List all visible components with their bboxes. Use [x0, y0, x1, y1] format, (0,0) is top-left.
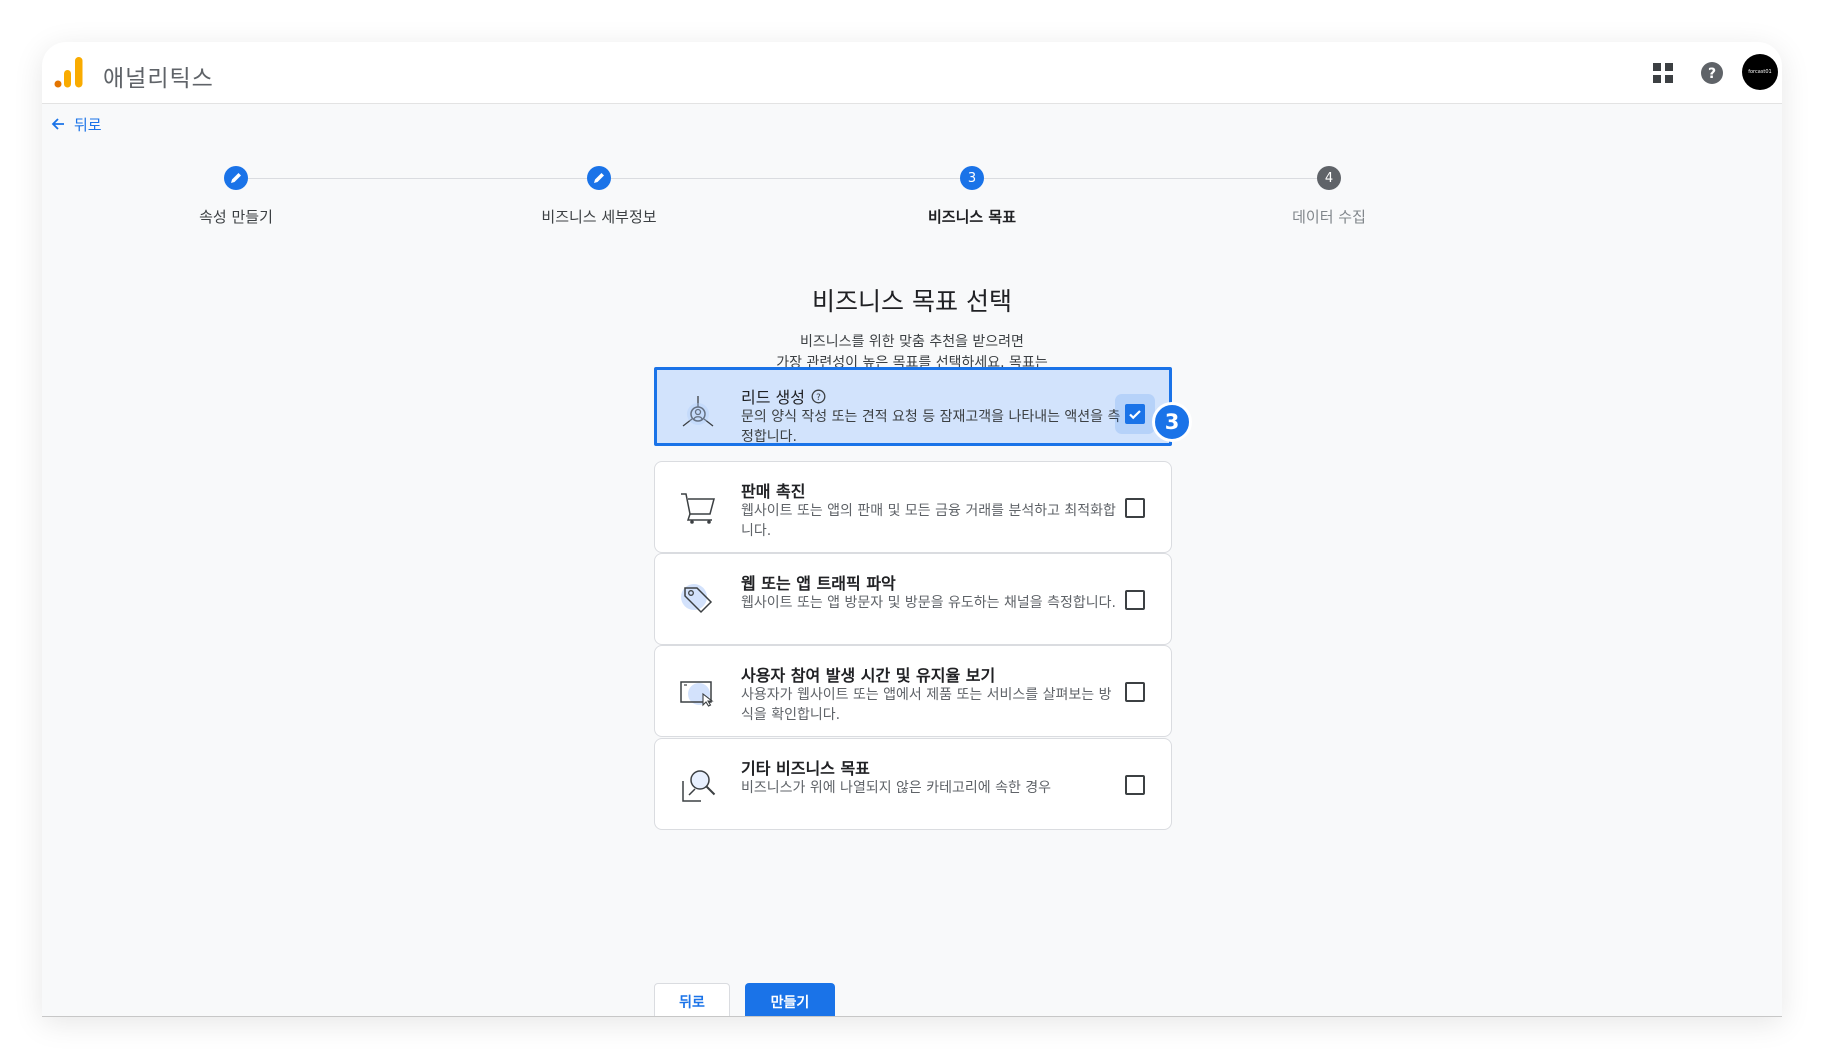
annotation-step-badge: 3	[1152, 402, 1192, 442]
arrow-back-icon	[51, 118, 64, 130]
goal-option-description: 웹사이트 또는 앱 방문자 및 방문을 유도하는 채널을 측정합니다.	[741, 595, 1116, 611]
apps-grid-icon[interactable]	[1650, 60, 1676, 86]
step-4-number: 4	[1317, 166, 1341, 190]
step-3-number: 3	[960, 166, 984, 190]
goal-option-title: 웹 또는 앱 트래픽 파악	[741, 574, 896, 593]
step-3-label: 비즈니스 목표	[927, 208, 1017, 226]
top-bar: 애널리틱스 ? forcast01	[42, 42, 1782, 104]
leads-icon	[682, 396, 714, 427]
stepper-connector	[984, 178, 1329, 179]
page-title: 비즈니스 목표 선택	[812, 287, 1012, 316]
goal-option-description: 문의 양식 작성 또는 견적 요청 등 잠재고객을 나타내는 액션을 측정합니다…	[741, 409, 1121, 445]
magnifier-icon	[682, 770, 716, 802]
analytics-logo-icon	[54, 57, 83, 88]
step-2-label: 비즈니스 세부정보	[541, 208, 657, 226]
goal-option-checkbox[interactable]	[1125, 682, 1145, 702]
step-2-edit-icon	[587, 166, 611, 190]
goal-option-checkbox[interactable]	[1125, 404, 1145, 424]
goal-option-title: 기타 비즈니스 목표	[741, 759, 870, 778]
help-circle-icon[interactable]: ?	[811, 389, 826, 404]
screen-cursor-icon	[680, 681, 714, 707]
avatar[interactable]: forcast01	[1742, 54, 1778, 90]
stepper-connector	[248, 178, 605, 179]
step-4-label: 데이터 수집	[1292, 208, 1366, 226]
goal-option-description: 사용자가 웹사이트 또는 앱에서 제품 또는 서비스를 살펴보는 방식을 확인합…	[741, 687, 1112, 723]
goal-option-title: 리드 생성 ?	[741, 384, 826, 408]
back-link[interactable]: 뒤로	[50, 112, 102, 136]
goal-option-description: 비즈니스가 위에 나열되지 않은 카테고리에 속한 경우	[741, 780, 1052, 796]
svg-text:?: ?	[1708, 66, 1716, 82]
cart-icon	[681, 493, 715, 524]
tag-icon	[681, 584, 713, 614]
goal-option-title: 사용자 참여 발생 시간 및 유지율 보기	[741, 666, 996, 685]
step-1-edit-icon	[224, 166, 248, 190]
goal-option-engagement-retention[interactable]: 사용자 참여 발생 시간 및 유지율 보기 사용자가 웹사이트 또는 앱에서 제…	[654, 645, 1172, 737]
goal-option-checkbox[interactable]	[1125, 498, 1145, 518]
goal-option-checkbox[interactable]	[1125, 775, 1145, 795]
goal-option-description: 웹사이트 또는 앱의 판매 및 모든 금융 거래를 분석하고 최적화합니다.	[741, 503, 1116, 539]
goal-option-checkbox[interactable]	[1125, 590, 1145, 610]
app-window: 애널리틱스 ? forcast01 뒤로 3 4 속성 만들기 비즈니스 세부정…	[42, 42, 1782, 1017]
create-button[interactable]: 만들기	[745, 983, 835, 1016]
goal-option-web-traffic[interactable]: 웹 또는 앱 트래픽 파악 웹사이트 또는 앱 방문자 및 방문을 유도하는 채…	[654, 553, 1172, 645]
svg-text:?: ?	[816, 393, 821, 403]
stepper-connector	[611, 178, 974, 179]
back-button[interactable]: 뒤로	[654, 983, 730, 1016]
goal-option-other[interactable]: 기타 비즈니스 목표 비즈니스가 위에 나열되지 않은 카테고리에 속한 경우	[654, 738, 1172, 830]
goal-option-title-text: 리드 생성	[741, 388, 805, 407]
step-1-label: 속성 만들기	[199, 208, 273, 226]
help-icon[interactable]: ?	[1699, 60, 1725, 86]
goal-option-title: 판매 촉진	[741, 482, 806, 501]
goal-option-drive-sales[interactable]: 판매 촉진 웹사이트 또는 앱의 판매 및 모든 금융 거래를 분석하고 최적화…	[654, 461, 1172, 553]
app-title: 애널리틱스	[103, 66, 214, 92]
back-link-label: 뒤로	[74, 115, 102, 134]
checkmark-icon	[1129, 410, 1141, 420]
goal-option-lead-generation[interactable]: 리드 생성 ? 문의 양식 작성 또는 견적 요청 등 잠재고객을 나타내는 액…	[654, 367, 1172, 446]
